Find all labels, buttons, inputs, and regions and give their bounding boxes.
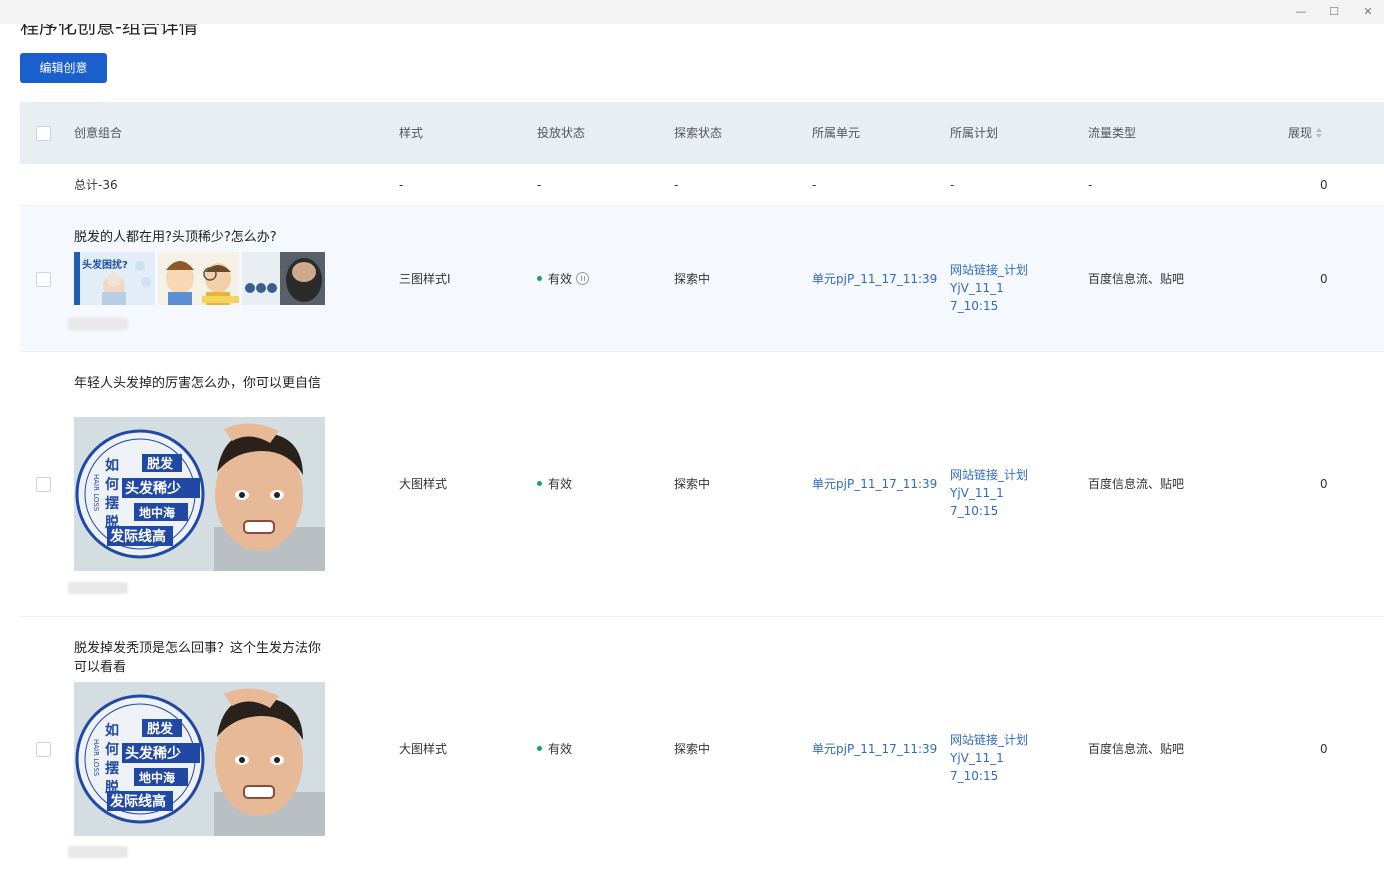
- style-cell: 大图样式: [399, 742, 448, 756]
- col-impressions-label: 展现: [1288, 126, 1313, 140]
- explore-cell: 探索中: [674, 742, 711, 756]
- badge-line: 头发稀少: [125, 480, 181, 497]
- badge-line: 地中海: [139, 505, 175, 520]
- edit-creative-button[interactable]: 编辑创意: [20, 53, 107, 83]
- total-status: -: [537, 178, 542, 192]
- creative-id-placeholder: [68, 582, 128, 594]
- plan-link[interactable]: 网站链接_计划YjV_11_1 7_10:15: [950, 731, 1080, 785]
- badge-char: 如: [105, 722, 119, 739]
- col-creative: 创意组合: [74, 126, 123, 140]
- pause-icon[interactable]: [576, 272, 590, 285]
- status-text: 有效: [548, 742, 573, 756]
- table-row[interactable]: 年轻人头发掉的厉害怎么办，你可以更自信 如 何 摆 脱 HAIR LOSS 脱发…: [20, 352, 1384, 617]
- plan-link-line1: 网站链接_计划YjV_11_1: [950, 263, 1029, 295]
- minimize-icon[interactable]: —: [1293, 4, 1309, 20]
- total-style: -: [399, 178, 404, 192]
- creative-title: 脱发的人都在用?头顶稀少?怎么办?: [74, 230, 277, 245]
- creative-image[interactable]: 如 何 摆 脱 HAIR LOSS 脱发 头发稀少 地中海 发际线高: [74, 682, 325, 836]
- total-explore: -: [674, 178, 679, 192]
- status-cell: 有效: [537, 475, 572, 493]
- row-checkbox[interactable]: [36, 742, 51, 757]
- badge-line: 地中海: [139, 770, 175, 785]
- traffic-cell: 百度信息流、贴吧: [1088, 272, 1185, 286]
- explore-cell: 探索中: [674, 477, 711, 491]
- status-cell: 有效: [537, 270, 590, 288]
- badge-char: 摆: [105, 760, 119, 777]
- creative-title: 年轻人头发掉的厉害怎么办，你可以更自信: [74, 376, 322, 391]
- plan-link-line2: 7_10:15: [950, 504, 999, 518]
- impressions-cell: 0: [1320, 477, 1328, 491]
- col-unit: 所属单元: [812, 126, 861, 140]
- plan-link[interactable]: 网站链接_计划YjV_11_1 7_10:15: [950, 466, 1080, 520]
- unit-link[interactable]: 单元pjP_11_17_11:39: [812, 270, 937, 288]
- row-checkbox[interactable]: [36, 272, 51, 287]
- close-icon[interactable]: ✕: [1360, 4, 1376, 20]
- col-style: 样式: [399, 126, 424, 140]
- style-cell: 三图样式I: [399, 272, 451, 286]
- col-impressions[interactable]: 展现: [1288, 102, 1324, 164]
- badge-char: 何: [105, 741, 119, 758]
- total-traffic: -: [1088, 178, 1093, 192]
- badge-char: 摆: [105, 495, 119, 512]
- col-plan: 所属计划: [950, 126, 999, 140]
- maximize-icon[interactable]: ☐: [1326, 4, 1342, 20]
- col-status: 投放状态: [537, 126, 586, 140]
- total-impressions: 0: [1320, 178, 1328, 192]
- creative-id-placeholder: [68, 846, 128, 858]
- creative-id-placeholder: [68, 318, 128, 330]
- row-checkbox[interactable]: [36, 477, 51, 492]
- plan-link-line1: 网站链接_计划YjV_11_1: [950, 468, 1029, 500]
- titlebar-overlay: [0, 0, 1384, 24]
- style-cell: 大图样式: [399, 477, 448, 491]
- thumbnail-text: 头发困扰?: [82, 258, 128, 271]
- total-unit: -: [812, 178, 817, 192]
- status-cell: 有效: [537, 740, 572, 758]
- col-explore: 探索状态: [674, 126, 723, 140]
- badge-line: 发际线高: [109, 793, 166, 810]
- status-text: 有效: [548, 477, 573, 491]
- creative-thumbnail[interactable]: [242, 252, 325, 305]
- badge-char: 如: [105, 457, 119, 474]
- creative-thumbnail[interactable]: 头发困扰?: [74, 252, 155, 305]
- creative-thumbnail[interactable]: [158, 252, 239, 305]
- plan-link-line1: 网站链接_计划YjV_11_1: [950, 733, 1029, 765]
- badge-line: 脱发: [147, 456, 174, 472]
- plan-link-line2: 7_10:15: [950, 769, 999, 783]
- total-row: 总计-36 - - - - - - 0: [20, 164, 1384, 206]
- total-plan: -: [950, 178, 955, 192]
- badge-ring-text: HAIR LOSS: [92, 739, 100, 777]
- status-dot-icon: [537, 481, 542, 486]
- sort-icon[interactable]: [1316, 127, 1324, 138]
- traffic-cell: 百度信息流、贴吧: [1088, 742, 1185, 756]
- badge-line: 头发稀少: [125, 745, 181, 762]
- select-all-checkbox[interactable]: [36, 126, 51, 141]
- badge-ring-text: HAIR LOSS: [92, 474, 100, 512]
- traffic-cell: 百度信息流、贴吧: [1088, 477, 1185, 491]
- explore-cell: 探索中: [674, 272, 711, 286]
- status-text: 有效: [548, 272, 573, 286]
- unit-link[interactable]: 单元pjP_11_17_11:39: [812, 740, 937, 758]
- status-dot-icon: [537, 276, 542, 281]
- table-header: 创意组合 样式 投放状态 探索状态 所属单元 所属计划 流量类型 展现: [20, 102, 1384, 164]
- col-traffic: 流量类型: [1088, 126, 1137, 140]
- badge-line: 脱发: [147, 721, 174, 737]
- plan-link-line2: 7_10:15: [950, 299, 999, 313]
- badge-line: 发际线高: [109, 528, 166, 545]
- badge-char: 何: [105, 476, 119, 493]
- table-row[interactable]: 脱发的人都在用?头顶稀少?怎么办? 头发困扰? 三图样式I 有效 探索中 单元p…: [20, 206, 1384, 352]
- impressions-cell: 0: [1320, 742, 1328, 756]
- table-row[interactable]: 脱发掉发秃顶是怎么回事？这个生发方法你可以看看 如 何 摆 脱 HAIR LOS…: [20, 617, 1384, 870]
- unit-link[interactable]: 单元pjP_11_17_11:39: [812, 475, 937, 493]
- creative-image[interactable]: 如 何 摆 脱 HAIR LOSS 脱发 头发稀少 地中海 发际线高: [74, 417, 325, 571]
- creative-title: 脱发掉发秃顶是怎么回事？这个生发方法你可以看看: [74, 641, 322, 675]
- total-label: 总计-36: [74, 178, 118, 192]
- status-dot-icon: [537, 746, 542, 751]
- plan-link[interactable]: 网站链接_计划YjV_11_1 7_10:15: [950, 261, 1080, 315]
- impressions-cell: 0: [1320, 272, 1328, 286]
